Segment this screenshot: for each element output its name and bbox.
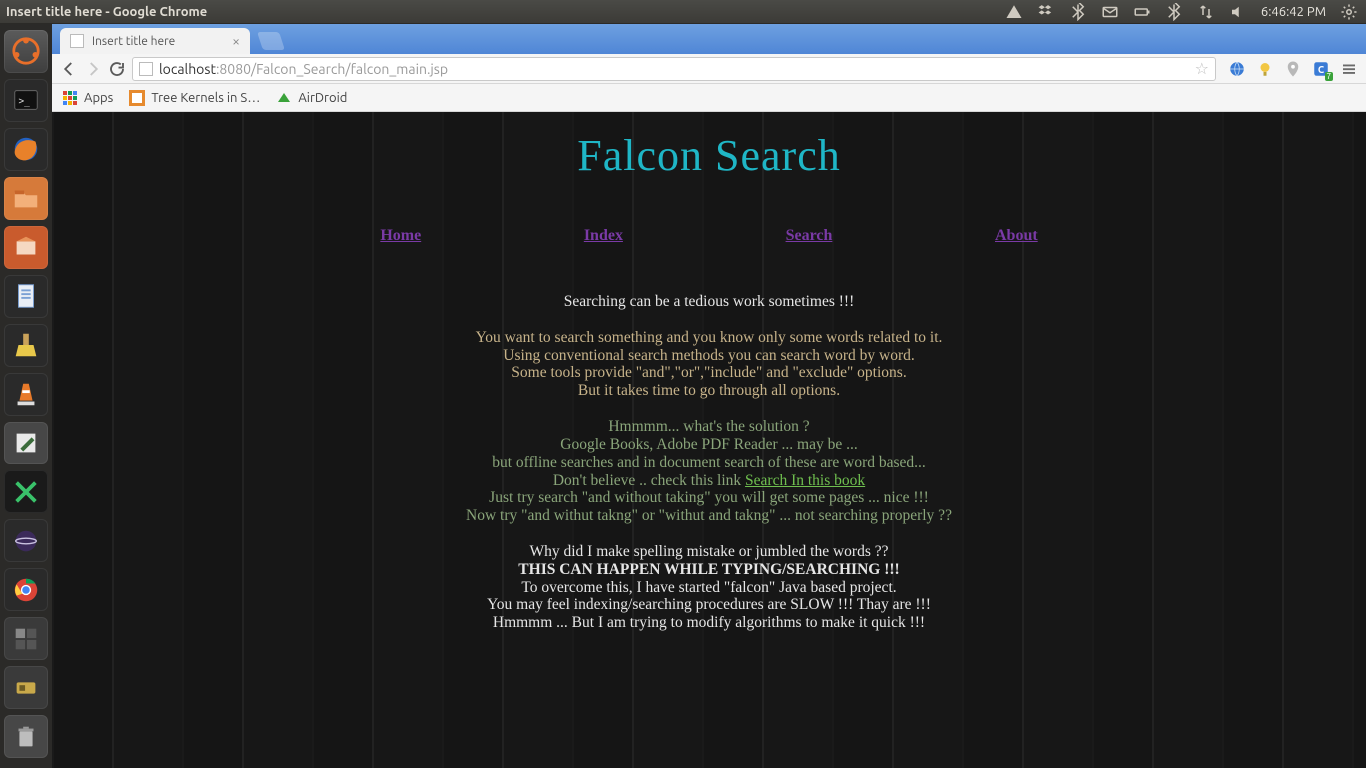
nav-about[interactable]: About — [995, 227, 1038, 245]
url-host: localhost — [159, 61, 216, 77]
bookmarks-bar: Apps Tree Kernels in S… AirDroid — [52, 84, 1366, 112]
text-line: Hmmmm... what's the solution ? — [259, 418, 1159, 436]
svg-text:>_: >_ — [19, 96, 31, 107]
url-text: localhost:8080/Falcon_Search/falcon_main… — [159, 61, 448, 77]
page-icon — [70, 34, 84, 48]
launcher-software[interactable] — [4, 226, 48, 269]
text-line: But it takes time to go through all opti… — [259, 382, 1159, 400]
text-line: Some tools provide "and","or","include" … — [259, 364, 1159, 382]
bluetooth-icon[interactable] — [1069, 3, 1087, 21]
site-icon — [139, 62, 153, 76]
nav-home[interactable]: Home — [380, 227, 421, 245]
mail-icon[interactable] — [1101, 3, 1119, 21]
toolbar-extensions: C7 — [1222, 60, 1358, 78]
text-line: You want to search something and you kno… — [259, 329, 1159, 347]
apps-icon — [62, 90, 78, 106]
location-icon[interactable] — [1284, 60, 1302, 78]
bookmark-airdroid[interactable]: AirDroid — [276, 90, 347, 106]
nav-index[interactable]: Index — [584, 227, 623, 245]
ext-badge-icon[interactable]: C7 — [1312, 60, 1330, 78]
text-line: Why did I make spelling mistake or jumbl… — [259, 543, 1159, 561]
svg-text:C: C — [1318, 63, 1325, 74]
text-line: THIS CAN HAPPEN WHILE TYPING/SEARCHING !… — [259, 561, 1159, 579]
launcher-chrome[interactable] — [4, 568, 48, 611]
link-search-in-book[interactable]: Search In this book — [745, 472, 865, 489]
reload-button[interactable] — [108, 60, 126, 78]
favicon-icon — [129, 90, 145, 106]
page-content: Falcon Search Home Index Search About Se… — [52, 112, 1366, 768]
dropbox-icon[interactable] — [1037, 3, 1055, 21]
text-line: Now try "and withut takng" or "withut an… — [259, 507, 1159, 525]
system-tray: 6:46:42 PM — [1005, 3, 1366, 21]
text-line: Using conventional search methods you ca… — [259, 347, 1159, 365]
launcher-eclipse[interactable] — [4, 519, 48, 562]
launcher-terminal[interactable]: >_ — [4, 79, 48, 122]
launcher-device[interactable] — [4, 666, 48, 709]
text-line: Google Books, Adobe PDF Reader ... may b… — [259, 436, 1159, 454]
page-nav: Home Index Search About — [299, 227, 1119, 245]
text-line: Don't believe .. check this link Search … — [259, 472, 1159, 490]
nav-search[interactable]: Search — [786, 227, 833, 245]
cloud-drive-icon[interactable] — [1005, 3, 1023, 21]
launcher-workspace[interactable] — [4, 617, 48, 660]
forward-button — [84, 60, 102, 78]
bookmark-apps[interactable]: Apps — [62, 90, 113, 106]
text-emph: THIS CAN HAPPEN WHILE TYPING/SEARCHING !… — [518, 561, 899, 578]
launcher-files[interactable] — [4, 177, 48, 220]
launcher-trash[interactable] — [4, 715, 48, 758]
clock[interactable]: 6:46:42 PM — [1261, 5, 1326, 19]
window-title: Insert title here - Google Chrome — [0, 5, 207, 19]
launcher-app-green[interactable] — [4, 470, 48, 513]
bookmark-star-icon[interactable]: ☆ — [1195, 59, 1209, 78]
globe-icon[interactable] — [1228, 60, 1246, 78]
bulb-icon[interactable] — [1256, 60, 1274, 78]
text-line: Hmmmm ... But I am trying to modify algo… — [259, 614, 1159, 632]
gear-icon[interactable] — [1340, 3, 1358, 21]
launcher-firefox[interactable] — [4, 128, 48, 171]
text-line: Just try search "and without taking" you… — [259, 489, 1159, 507]
text-fragment: Don't believe .. check this link — [553, 472, 745, 489]
tab-strip: Insert title here × — [52, 24, 1366, 54]
browser-tab[interactable]: Insert title here × — [60, 28, 250, 54]
page-body: Searching can be a tedious work sometime… — [259, 293, 1159, 632]
volume-icon[interactable] — [1229, 3, 1247, 21]
page-title: Falcon Search — [52, 112, 1366, 181]
address-bar[interactable]: localhost:8080/Falcon_Search/falcon_main… — [132, 57, 1216, 81]
launcher-vlc[interactable] — [4, 373, 48, 416]
tab-close-icon[interactable]: × — [232, 33, 240, 49]
battery-icon[interactable] — [1133, 3, 1151, 21]
launcher-dash[interactable] — [4, 30, 48, 73]
text-line: but offline searches and in document sea… — [259, 454, 1159, 472]
page-viewport: Falcon Search Home Index Search About Se… — [52, 112, 1366, 768]
tab-title: Insert title here — [92, 35, 175, 48]
chrome-window: Insert title here × localhost:8080/Falco… — [52, 24, 1366, 768]
bookmark-treekernels[interactable]: Tree Kernels in S… — [129, 90, 260, 106]
airdroid-icon — [276, 90, 292, 106]
new-tab-button[interactable] — [257, 32, 285, 50]
network-icon[interactable] — [1197, 3, 1215, 21]
text-line: Searching can be a tedious work sometime… — [259, 293, 1159, 311]
bluetooth2-icon[interactable] — [1165, 3, 1183, 21]
launcher-document[interactable] — [4, 275, 48, 318]
ubuntu-top-panel: Insert title here - Google Chrome 6:46:4… — [0, 0, 1366, 24]
url-rest: :8080/Falcon_Search/falcon_main.jsp — [216, 61, 448, 77]
bookmark-airdroid-label: AirDroid — [298, 91, 347, 105]
bookmark-treekernels-label: Tree Kernels in S… — [151, 91, 260, 105]
back-button[interactable] — [60, 60, 78, 78]
bookmark-apps-label: Apps — [84, 91, 113, 105]
unity-launcher: >_ — [0, 24, 52, 768]
launcher-gedit[interactable] — [4, 422, 48, 465]
chrome-menu-icon[interactable] — [1340, 60, 1358, 78]
browser-toolbar: localhost:8080/Falcon_Search/falcon_main… — [52, 54, 1366, 84]
text-line: You may feel indexing/searching procedur… — [259, 596, 1159, 614]
text-line: To overcome this, I have started "falcon… — [259, 579, 1159, 597]
launcher-cleaner[interactable] — [4, 324, 48, 367]
